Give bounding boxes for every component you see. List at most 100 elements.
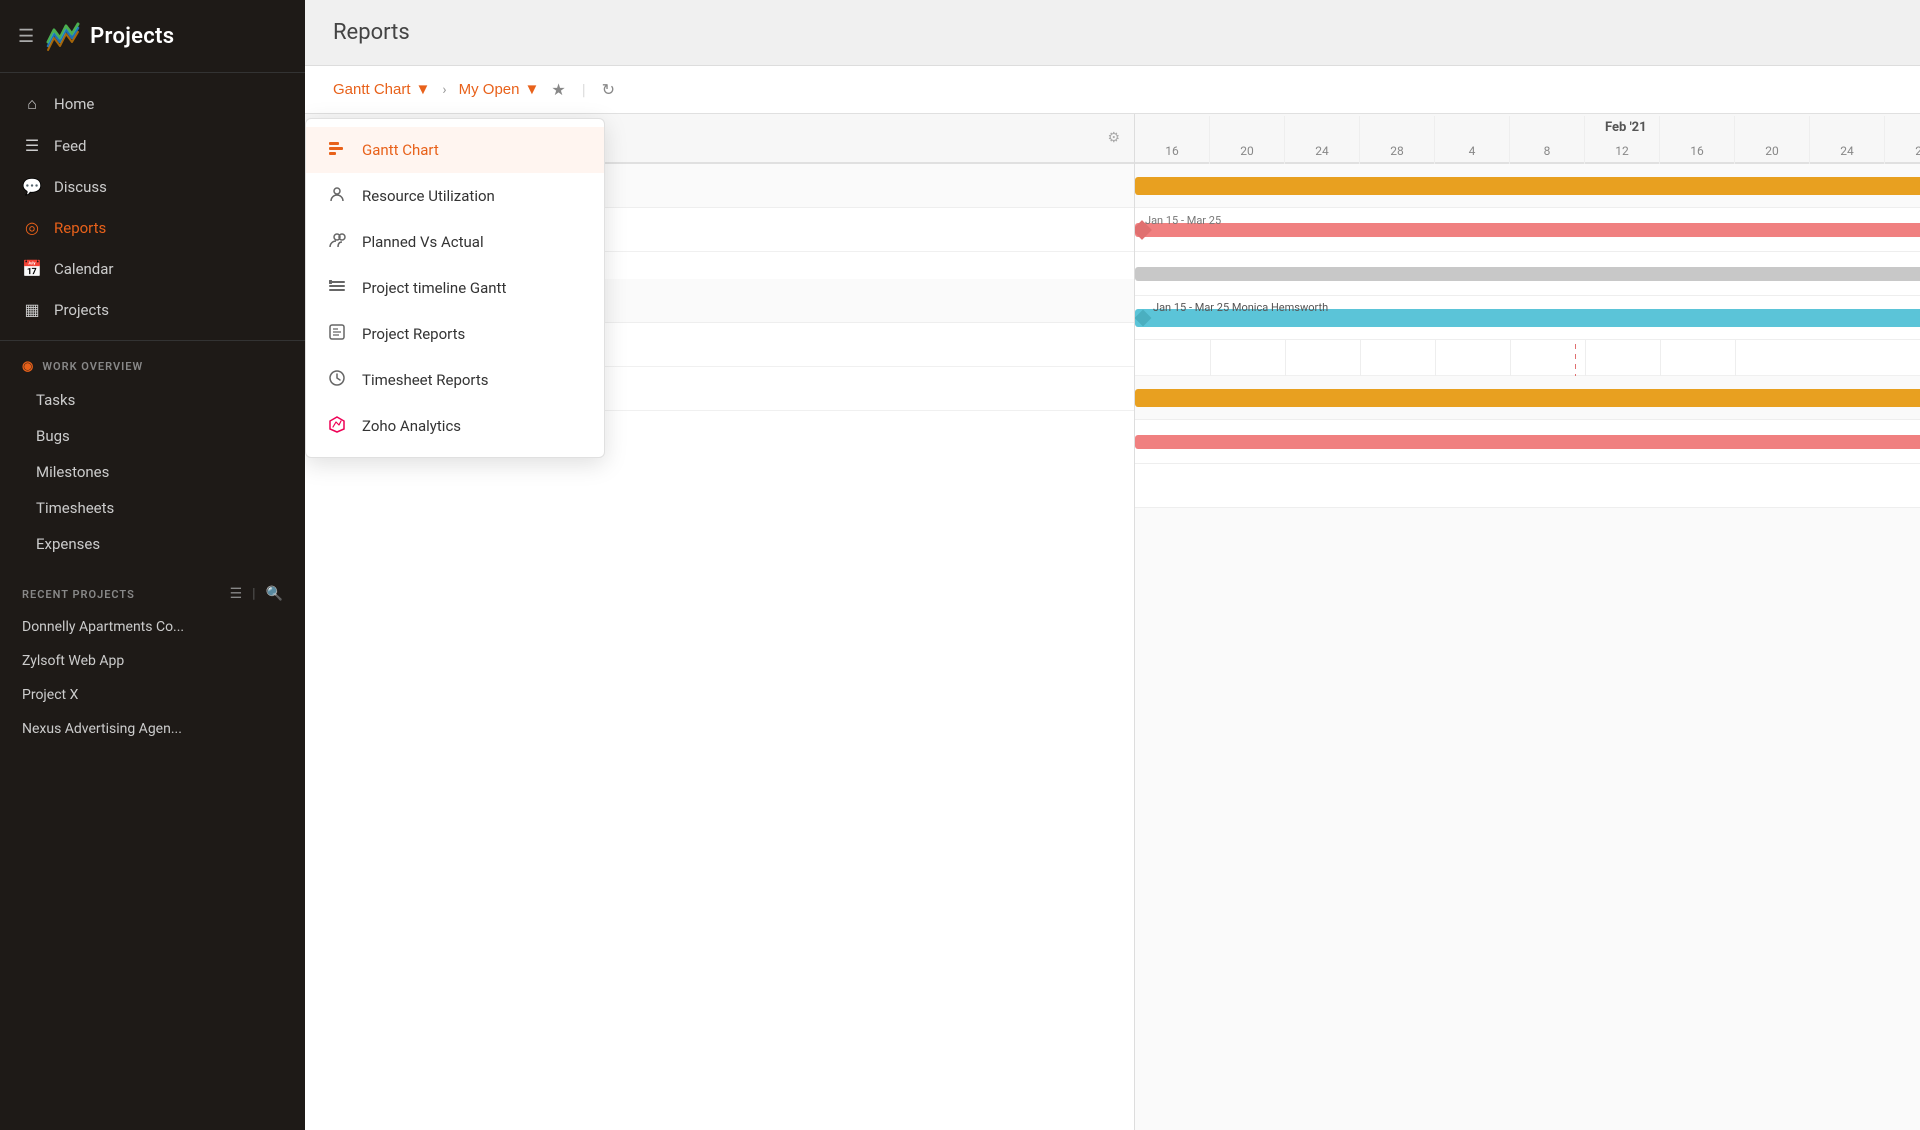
nav-projects[interactable]: ▦ Projects [0,289,305,330]
toolbar-divider: | [582,80,586,99]
gantt-bar-floor-finishes [1135,435,1920,449]
dropdown-item-planned[interactable]: Planned Vs Actual [306,219,604,265]
recent-project-nexus[interactable]: Nexus Advertising Agen... [0,712,305,746]
nav-feed-label: Feed [54,137,87,155]
main-content: Reports Gantt Chart ▼ › My Open ▼ ★ | ↻ [305,0,1920,1130]
gantt-date-header: Feb '21 16 20 24 28 4 8 12 16 20 24 28 [1135,114,1920,164]
nav-calendar-label: Calendar [54,260,114,278]
sidebar-item-milestones[interactable]: Milestones [0,454,305,490]
sidebar-item-expenses[interactable]: Expenses [0,526,305,562]
date-20b: 20 [1735,116,1810,164]
sidebar-header: ☰ Projects [0,0,305,73]
gantt-date-label-1: Jan 15 - Mar 25 [1145,214,1221,227]
nav-calendar[interactable]: 📅 Calendar [0,248,305,289]
date-24b: 24 [1810,116,1885,164]
dropdown-zoho-label: Zoho Analytics [362,417,461,435]
date-8: 8 [1510,116,1585,164]
date-16: 16 [1135,116,1210,164]
dropdown-planned-label: Planned Vs Actual [362,233,484,251]
timeline-icon [326,277,348,299]
work-overview-icon: ◉ [22,359,34,374]
nav-projects-label: Projects [54,301,109,319]
dropdown-item-project-reports[interactable]: Project Reports [306,311,604,357]
recent-project-zylsoft[interactable]: Zylsoft Web App [0,644,305,678]
gantt-date-label-2: Jan 15 - Mar 25 Monica Hemsworth [1153,301,1328,314]
work-overview-label: ◉ WORK OVERVIEW [0,341,305,382]
gantt-bar-red-1 [1135,223,1920,237]
recent-projects-header: RECENT PROJECTS ☰ | 🔍 [0,572,305,610]
nav-reports-label: Reports [54,219,106,237]
hamburger-icon[interactable]: ☰ [18,26,34,47]
reports-icon: ◎ [22,218,42,237]
gantt-rows: Jan 15 - Mar 25 Jan 15 - Mar 25 Monica H… [1135,164,1920,508]
date-20: 20 [1210,116,1285,164]
filter-icon[interactable]: ☰ [230,586,243,602]
breadcrumb-separator: › [442,82,446,98]
top-bar: Reports [305,0,1920,66]
date-28: 28 [1360,116,1435,164]
page-title: Reports [333,20,410,45]
sidebar-item-bugs[interactable]: Bugs [0,418,305,454]
gantt-bar-orange-1 [1135,177,1920,195]
nav-home[interactable]: ⌂ Home [0,83,305,125]
dropdown-timeline-label: Project timeline Gantt [362,279,506,297]
gantt-row-gray [1135,252,1920,296]
breadcrumb-dropdown-arrow: ▼ [416,81,431,98]
my-open-breadcrumb[interactable]: My Open ▼ [459,81,540,98]
refresh-icon[interactable]: ↻ [602,80,615,99]
dropdown-gantt-label: Gantt Chart [362,141,439,159]
timesheet-icon [326,369,348,391]
dropdown-item-timeline[interactable]: Project timeline Gantt [306,265,604,311]
dropdown-timesheet-label: Timesheet Reports [362,371,489,389]
gantt-icon [326,139,348,161]
gantt-bar-orange-donnelly [1135,389,1920,407]
date-24: 24 [1285,116,1360,164]
divider: | [252,586,255,602]
date-4: 4 [1435,116,1510,164]
nav-feed[interactable]: ☰ Feed [0,125,305,166]
planned-icon [326,231,348,253]
dropdown-item-zoho[interactable]: Zoho Analytics [306,403,604,449]
toolbar: Gantt Chart ▼ › My Open ▼ ★ | ↻ Gantt C [305,66,1920,114]
dropdown-project-reports-label: Project Reports [362,325,465,343]
gantt-row-add-task-1 [1135,340,1920,376]
nav-reports[interactable]: ◎ Reports [0,207,305,248]
dropdown-item-gantt[interactable]: Gantt Chart [306,127,604,173]
resource-icon [326,185,348,207]
gantt-row-floor-tiling [1135,464,1920,508]
discuss-icon: 💬 [22,177,42,196]
dropdown-item-resource[interactable]: Resource Utilization [306,173,604,219]
recent-projects-section: RECENT PROJECTS ☰ | 🔍 Donnelly Apartment… [0,562,305,756]
gantt-settings-icon[interactable]: ⚙ [1107,130,1120,146]
dropdown-item-timesheet[interactable]: Timesheet Reports [306,357,604,403]
sidebar-item-timesheets[interactable]: Timesheets [0,490,305,526]
zoho-icon [326,415,348,437]
star-icon[interactable]: ★ [551,80,565,99]
date-28b: 28 [1885,116,1920,164]
nav-home-label: Home [54,95,94,113]
nav-discuss-label: Discuss [54,178,107,196]
report-type-dropdown: Gantt Chart Resource Utilization [305,118,605,458]
gantt-chart-label: Gantt Chart [333,81,411,98]
gantt-row-floor-finishes: Floo... [1135,420,1920,464]
main-nav: ⌂ Home ☰ Feed 💬 Discuss ◎ Reports 📅 Cale… [0,73,305,341]
gantt-chart: Feb '21 16 20 24 28 4 8 12 16 20 24 28 [1135,114,1920,1130]
gantt-row-blue: Jan 15 - Mar 25 Monica Hemsworth [1135,296,1920,340]
calendar-icon: 📅 [22,259,42,278]
nav-discuss[interactable]: 💬 Discuss [0,166,305,207]
recent-actions: ☰ | 🔍 [230,586,283,602]
sidebar-item-tasks[interactable]: Tasks [0,382,305,418]
search-icon[interactable]: 🔍 [266,586,283,602]
dropdown-resource-label: Resource Utilization [362,187,495,205]
gantt-bar-gray-1 [1135,267,1920,281]
feed-icon: ☰ [22,136,42,155]
recent-project-donnelly[interactable]: Donnelly Apartments Co... [0,610,305,644]
app-logo [44,18,80,54]
my-open-label: My Open [459,81,520,98]
home-icon: ⌂ [22,94,42,114]
gantt-chart-breadcrumb[interactable]: Gantt Chart ▼ [333,81,430,98]
date-12: 12 [1585,116,1660,164]
app-title: Projects [90,24,174,49]
recent-project-x[interactable]: Project X [0,678,305,712]
sidebar: ☰ Projects ⌂ Home ☰ Feed 💬 Discuss ◎ Rep… [0,0,305,1130]
